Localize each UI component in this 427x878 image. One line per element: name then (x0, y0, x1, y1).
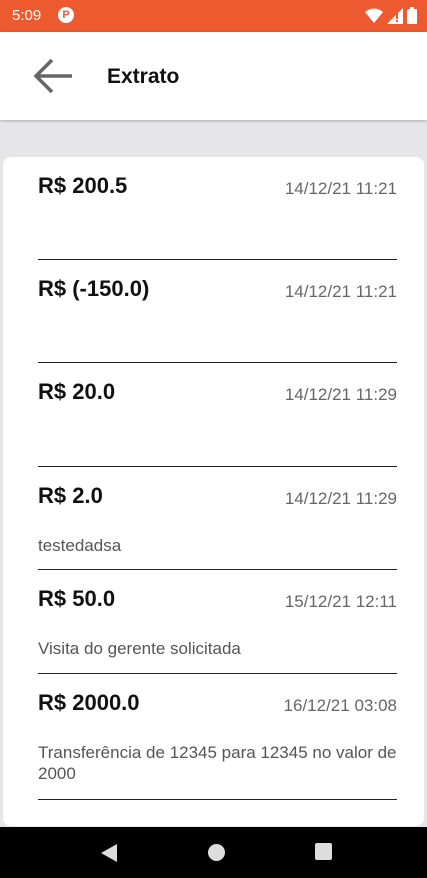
app-bar: Extrato (0, 32, 427, 120)
signal-icon (387, 7, 403, 24)
transaction-description: Transferência de 12345 para 12345 no val… (38, 743, 397, 783)
transaction-date: 15/12/21 12:11 (284, 592, 397, 611)
transaction-date: 14/12/21 11:29 (284, 385, 397, 404)
transaction-item[interactable]: R$ 200.5 14/12/21 11:21 (38, 157, 397, 260)
nav-recents-icon[interactable] (315, 843, 332, 860)
transaction-description: Visita do gerente solicitada (38, 639, 241, 658)
transaction-amount: R$ 2000.0 (38, 690, 140, 715)
transaction-amount: R$ 2.0 (38, 483, 103, 508)
battery-icon (407, 7, 417, 24)
transaction-item[interactable]: R$ 20.0 14/12/21 11:29 (38, 363, 397, 467)
transaction-description: testedadsa (38, 536, 122, 555)
system-nav-bar (0, 827, 427, 878)
status-bar: 5:09 P (0, 0, 427, 32)
statement-card: R$ 200.5 14/12/21 11:21 R$ (-150.0) 14/1… (3, 157, 424, 826)
transaction-date: 16/12/21 03:08 (283, 696, 397, 715)
wifi-icon (365, 8, 383, 23)
status-time: 5:09 (12, 7, 42, 24)
transaction-amount: R$ 20.0 (38, 379, 116, 404)
transaction-item[interactable]: R$ (-150.0) 14/12/21 11:21 (38, 260, 397, 363)
status-icons (365, 7, 417, 24)
transaction-date: 14/12/21 11:29 (284, 489, 397, 508)
page-title: Extrato (107, 65, 180, 88)
transaction-item[interactable]: R$ 50.0 15/12/21 12:11 Visita do gerente… (38, 570, 397, 674)
transaction-amount: R$ 50.0 (38, 586, 116, 611)
transaction-amount: R$ 200.5 (38, 173, 128, 198)
transaction-item[interactable]: R$ 2.0 14/12/21 11:29 testedadsa (38, 467, 397, 570)
app-notification-icon: P (58, 7, 74, 23)
transaction-item[interactable]: R$ 2000.0 16/12/21 03:08 Transferência d… (38, 674, 397, 800)
transaction-date: 14/12/21 11:21 (284, 179, 397, 198)
back-button[interactable] (32, 54, 76, 98)
transaction-amount: R$ (-150.0) (38, 276, 150, 301)
transaction-date: 14/12/21 11:21 (284, 282, 397, 301)
nav-home-icon[interactable] (207, 843, 226, 862)
nav-back-icon[interactable] (100, 843, 118, 863)
arrow-left-icon (33, 58, 72, 94)
